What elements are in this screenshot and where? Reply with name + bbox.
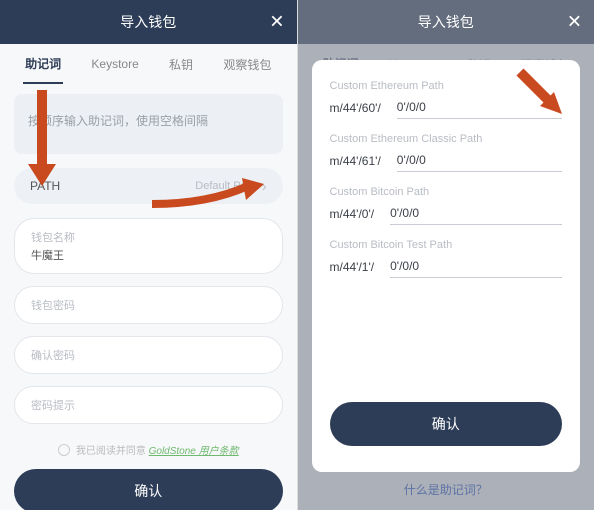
tab-mnemonic[interactable]: 助记词: [23, 45, 63, 84]
password-hint-label: 密码提示: [31, 397, 266, 413]
path-value: Default Path: [195, 180, 256, 192]
confirm-password-field[interactable]: 确认密码: [14, 336, 283, 374]
tab-keystore[interactable]: Keystore: [89, 47, 140, 81]
path-label: PATH: [30, 179, 60, 193]
path-value-input[interactable]: [390, 257, 562, 278]
confirm-button[interactable]: 确认: [14, 469, 283, 510]
tab-watch-wallet[interactable]: 观察钱包: [221, 46, 273, 83]
path-section-label: Custom Bitcoin Path: [330, 186, 563, 198]
terms-link[interactable]: GoldStone 用户条款: [149, 442, 239, 457]
header-dim: 导入钱包 ✕: [298, 0, 594, 44]
path-input-bitcoin-test: m/44'/1'/: [330, 257, 563, 278]
confirm-password-label: 确认密码: [31, 347, 266, 363]
wallet-name-value: 牛魔王: [31, 247, 266, 263]
path-row[interactable]: PATH Default Path ›: [14, 168, 283, 204]
path-prefix: m/44'/60'/: [330, 101, 381, 119]
wallet-password-label: 钱包密码: [31, 297, 266, 313]
help-link-bg: 什么是助记词？: [312, 481, 581, 504]
path-input-ethereum: m/44'/60'/: [330, 98, 563, 119]
path-prefix: m/44'/1'/: [330, 260, 375, 278]
wallet-password-field[interactable]: 钱包密码: [14, 286, 283, 324]
path-prefix: m/44'/61'/: [330, 154, 381, 172]
mnemonic-input[interactable]: 按顺序输入助记词，使用空格间隔: [14, 94, 283, 154]
path-section-label: Custom Ethereum Path: [330, 80, 563, 92]
wallet-name-label: 钱包名称: [31, 229, 266, 245]
wallet-name-field[interactable]: 钱包名称 牛魔王: [14, 218, 283, 274]
screen-import-wallet: 导入钱包 ✕ 助记词 Keystore 私钥 观察钱包 按顺序输入助记词，使用空…: [0, 0, 297, 510]
path-input-bitcoin: m/44'/0'/: [330, 204, 563, 225]
path-value-input[interactable]: [397, 151, 562, 172]
header-title: 导入钱包: [120, 12, 176, 32]
terms-agree[interactable]: 我已阅读并同意 GoldStone 用户条款: [14, 442, 283, 457]
password-hint-field[interactable]: 密码提示: [14, 386, 283, 424]
chevron-right-icon: ›: [262, 178, 267, 194]
path-section-label: Custom Bitcoin Test Path: [330, 239, 563, 251]
path-prefix: m/44'/0'/: [330, 207, 375, 225]
content: 按顺序输入助记词，使用空格间隔 PATH Default Path › 钱包名称…: [0, 84, 297, 510]
screen-path-modal: 导入钱包 ✕ 助记词 Keystore 私钥 观察钱包 确认 什么是助记词？ C…: [297, 0, 594, 510]
modal-confirm-button[interactable]: 确认: [330, 402, 563, 446]
header-title: 导入钱包: [418, 12, 474, 32]
path-value-input[interactable]: [390, 204, 562, 225]
tab-bar: 助记词 Keystore 私钥 观察钱包: [0, 44, 297, 84]
header: 导入钱包 ✕: [0, 0, 297, 44]
path-input-ethereum-classic: m/44'/61'/: [330, 151, 563, 172]
checkbox-icon[interactable]: [58, 444, 70, 456]
path-modal: Custom Ethereum Path m/44'/60'/ Custom E…: [312, 60, 581, 472]
tab-private-key[interactable]: 私钥: [167, 46, 195, 83]
agree-prefix: 我已阅读并同意: [76, 442, 146, 457]
path-value-input[interactable]: [397, 98, 562, 119]
close-icon[interactable]: ✕: [567, 12, 582, 33]
path-section-label: Custom Ethereum Classic Path: [330, 133, 563, 145]
close-icon[interactable]: ✕: [269, 12, 284, 33]
